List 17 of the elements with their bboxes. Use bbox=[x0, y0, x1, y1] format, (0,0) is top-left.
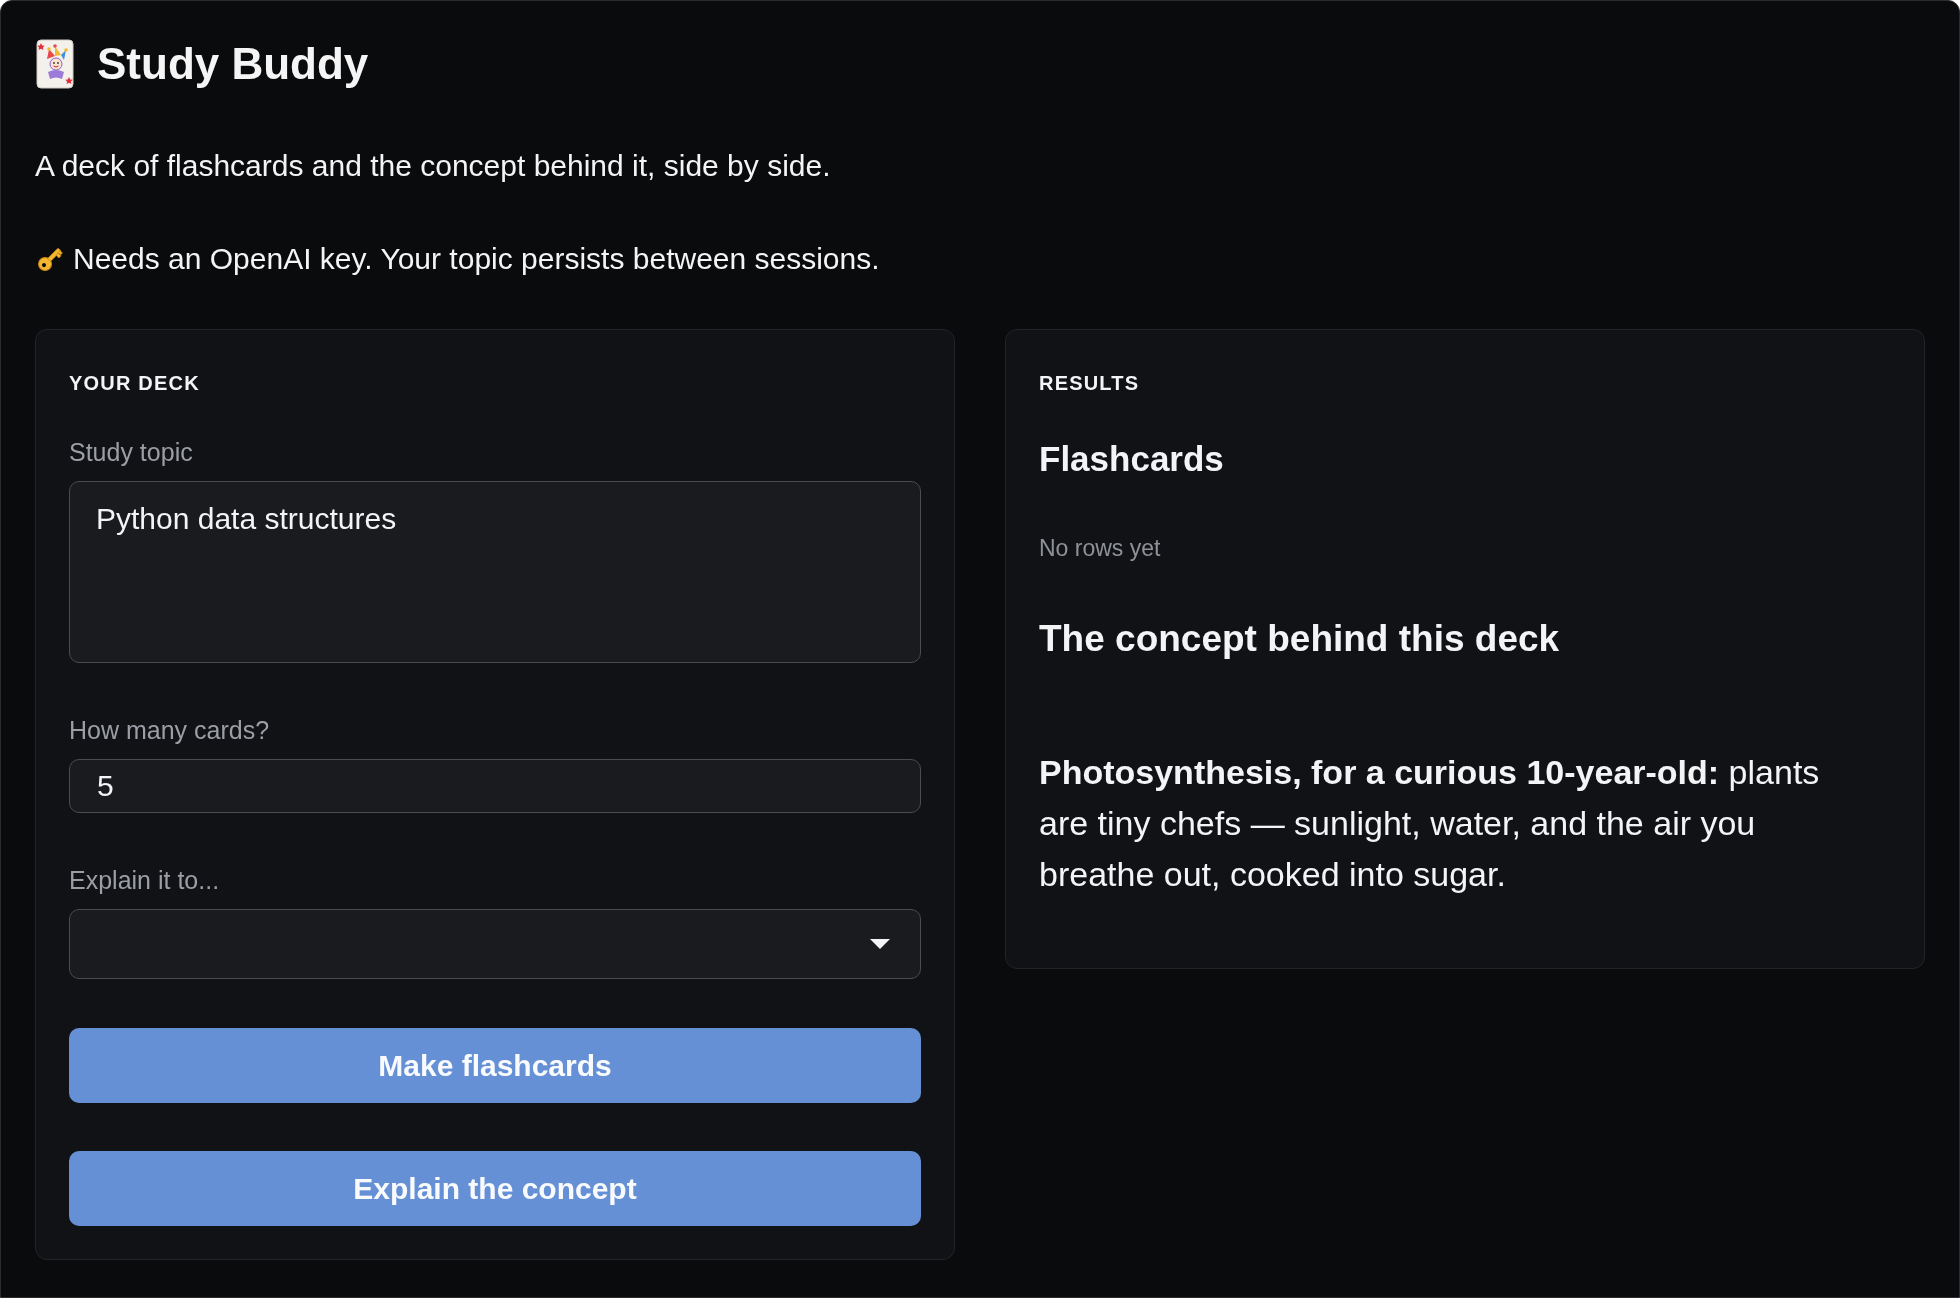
app-title: Study Buddy bbox=[97, 39, 369, 89]
panel-heading: RESULTS bbox=[1039, 371, 1140, 395]
field-label: How many cards? bbox=[69, 715, 270, 745]
api-key-note: Needs an OpenAI key. Your topic persists between sessions. bbox=[73, 241, 880, 277]
field-label: Explain it to... bbox=[69, 865, 220, 895]
concept-paragraph: Photosynthesis, for a curious 10-year-old: plants are tiny chefs — sunlight, water, and the air you breathe out, cooked into sugar. bbox=[1039, 752, 1821, 895]
caret-down-icon bbox=[870, 939, 890, 949]
study-topic-field[interactable]: Python data structures bbox=[69, 481, 921, 663]
joker-card-icon bbox=[35, 39, 75, 89]
empty-table-text: No rows yet bbox=[1039, 534, 1161, 562]
section-title: Flashcards bbox=[1039, 438, 1224, 480]
field-label: Study topic bbox=[69, 437, 193, 467]
panel-heading: YOUR DECK bbox=[69, 371, 200, 395]
section-title: The concept behind this deck bbox=[1039, 617, 1560, 661]
card-count-field[interactable]: 5 bbox=[69, 759, 921, 813]
app-subtitle: A deck of flashcards and the concept behind it, side by side. bbox=[35, 148, 831, 184]
audience-dropdown[interactable] bbox=[69, 909, 921, 979]
